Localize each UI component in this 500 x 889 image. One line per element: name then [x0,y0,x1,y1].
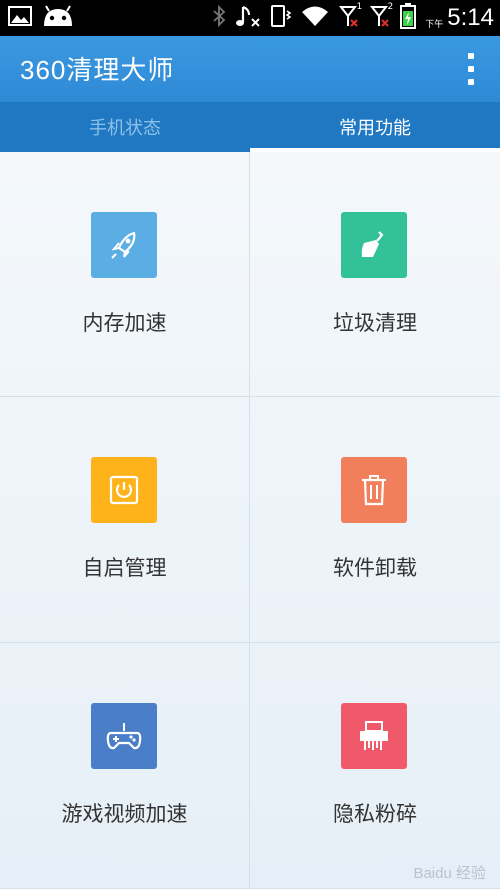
signal-icon: 2 [369,2,394,32]
feature-label: 垃圾清理 [333,311,417,335]
power-icon [91,457,157,523]
battery-icon [400,3,417,33]
bluetooth-icon [212,4,226,31]
ampm-label: 下午 [425,19,444,30]
feature-label: 内存加速 [82,311,167,335]
feature-privacy-shred[interactable]: 隐私粉碎 [250,643,500,889]
feature-junk-clean[interactable]: 垃圾清理 [250,152,500,397]
tab-bar: 手机状态 常用功能 [0,102,500,152]
trash-icon [341,457,407,523]
app-bar: 360清理大师 [0,36,500,102]
sim2-label: 2 [387,2,394,12]
signal-icon: 1 [338,2,363,32]
feature-grid: 内存加速 垃圾清理 自启管理 软件卸载 游戏视频加速 隐私粉碎 [0,152,500,889]
feature-game-video-boost[interactable]: 游戏视频加速 [0,643,250,889]
rocket-icon [91,212,157,278]
feature-label: 软件卸载 [333,556,417,580]
app-title: 360清理大师 [20,55,175,85]
clock: 5:14 [447,4,494,31]
feature-memory-boost[interactable]: 内存加速 [0,152,250,397]
android-icon [42,5,74,31]
feature-app-uninstall[interactable]: 软件卸载 [250,397,500,643]
feature-label: 隐私粉碎 [333,802,417,826]
wifi-icon [301,5,329,31]
broom-icon [341,212,407,278]
feature-label: 游戏视频加速 [61,802,188,826]
feature-startup-manager[interactable]: 自启管理 [0,397,250,643]
watermark: Baidu 经验 [413,865,486,882]
overflow-menu-icon[interactable] [466,53,476,85]
vibrate-icon [270,4,292,32]
image-icon [8,6,32,30]
sim1-label: 1 [356,2,363,12]
tab-phone-status[interactable]: 手机状态 [0,102,250,152]
shredder-icon [341,703,407,769]
gamepad-icon [91,703,157,769]
tab-common-functions[interactable]: 常用功能 [250,102,500,152]
music-mute-icon [235,3,261,33]
feature-label: 自启管理 [82,556,167,580]
status-bar: 1 2 下午 5:14 [0,0,500,36]
